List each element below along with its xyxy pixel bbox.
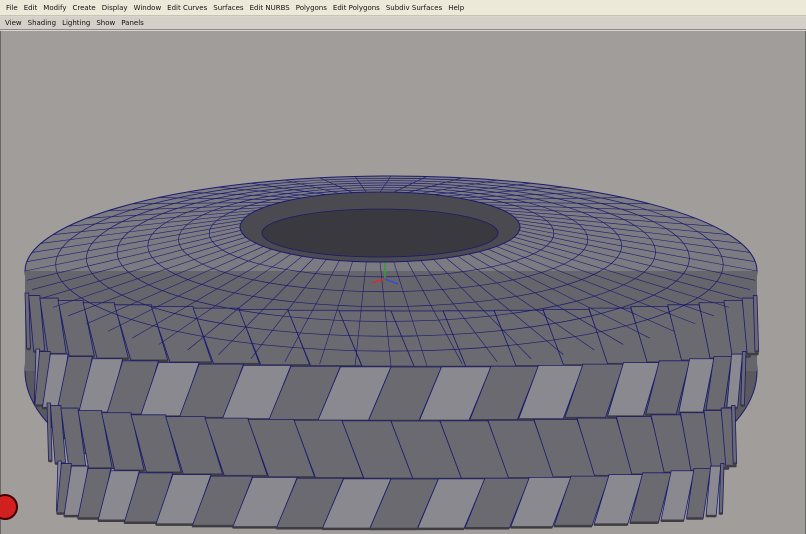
menu-edit-nurbs[interactable]: Edit NURBS (247, 0, 293, 16)
menu-surfaces[interactable]: Surfaces (210, 0, 246, 16)
perspective-viewport[interactable] (0, 31, 806, 534)
menu-subdiv-surfaces[interactable]: Subdiv Surfaces (383, 0, 445, 16)
panel-menu-view[interactable]: View (2, 17, 25, 30)
menu-edit-curves[interactable]: Edit Curves (164, 0, 210, 16)
tire-inner-hole-shadow (261, 208, 499, 258)
menu-edit-polygons[interactable]: Edit Polygons (330, 0, 383, 16)
menu-display[interactable]: Display (99, 0, 131, 16)
menu-edit[interactable]: Edit (21, 0, 41, 16)
panel-menu-panels[interactable]: Panels (118, 17, 147, 30)
menu-file[interactable]: File (3, 0, 21, 16)
panel-menu-shading[interactable]: Shading (25, 17, 59, 30)
panel-menu-show[interactable]: Show (93, 17, 118, 30)
menu-polygons[interactable]: Polygons (293, 0, 330, 16)
main-menu-bar: File Edit Modify Create Display Window Edit Cu… (0, 0, 806, 16)
viewport-canvas[interactable] (0, 31, 806, 534)
panel-menu-bar: View Shading Lighting Show Panels (0, 17, 806, 30)
menu-create[interactable]: Create (69, 0, 98, 16)
menu-help[interactable]: Help (445, 0, 467, 16)
tread-pattern (24, 292, 760, 531)
menu-modify[interactable]: Modify (40, 0, 69, 16)
menu-window[interactable]: Window (131, 0, 165, 16)
panel-menu-lighting[interactable]: Lighting (59, 17, 93, 30)
tire-mesh[interactable] (24, 175, 760, 531)
